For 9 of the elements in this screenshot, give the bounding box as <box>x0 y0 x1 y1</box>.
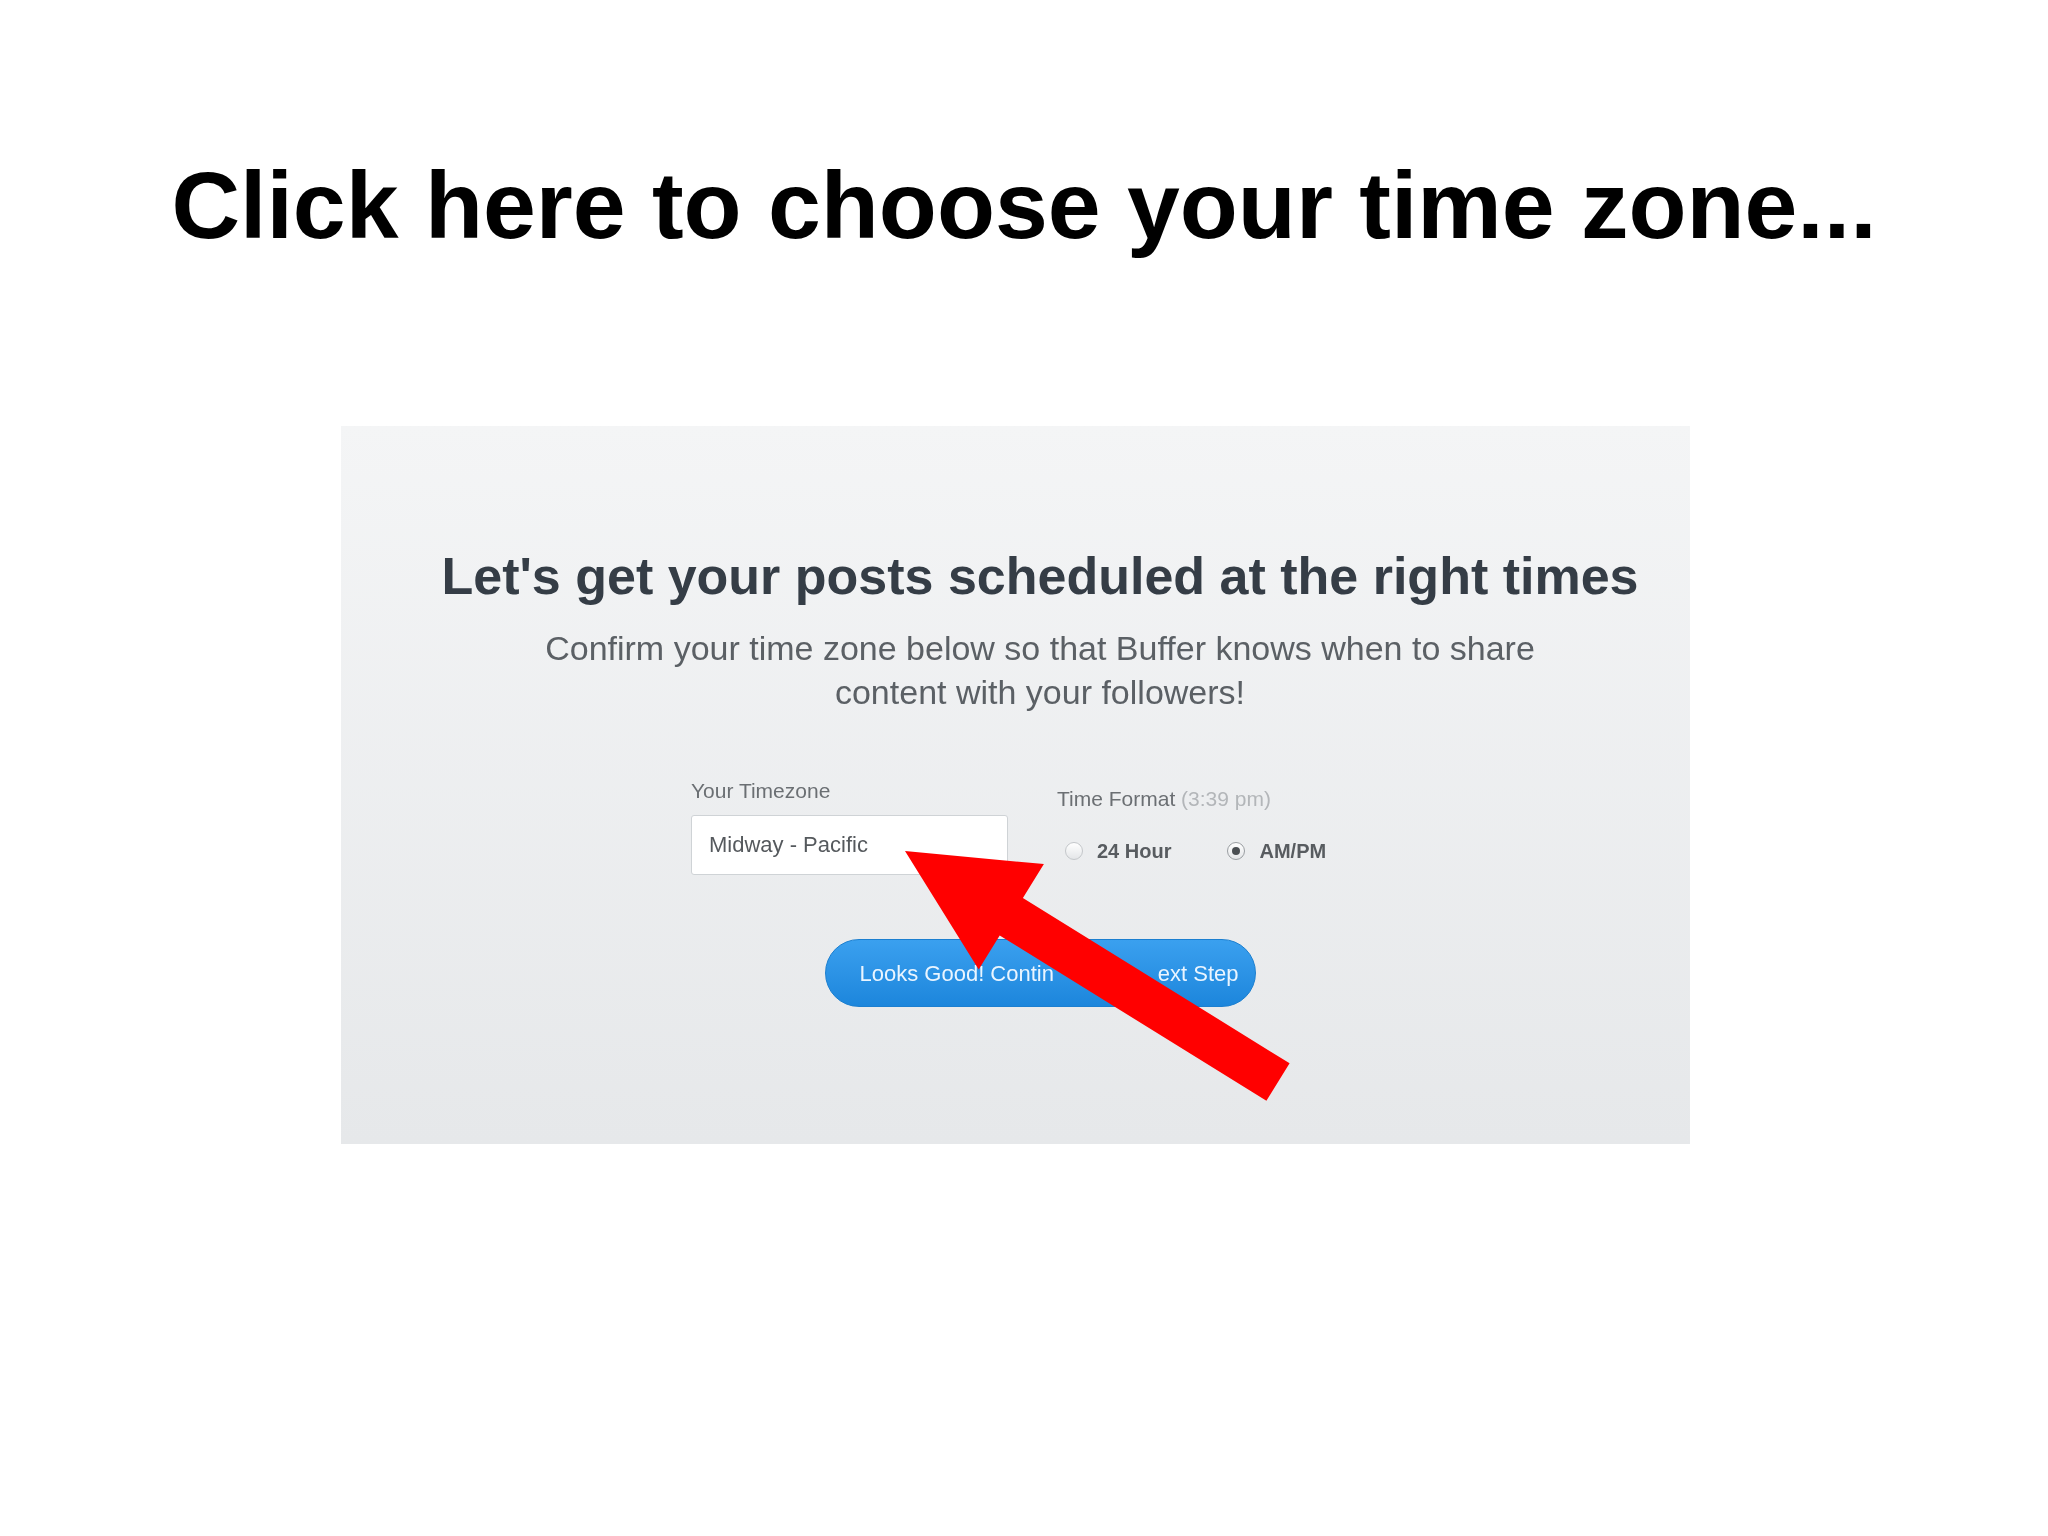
radio-icon[interactable] <box>1227 842 1246 860</box>
time-format-option[interactable]: AM/PM <box>1227 839 1327 863</box>
radio-icon[interactable] <box>1065 842 1083 860</box>
field-label: Your Timezone <box>691 779 831 803</box>
page-title: Let's get your posts scheduled at the right times <box>441 546 1639 607</box>
time-format-option[interactable]: 24 Hour <box>1065 839 1172 863</box>
time-format-label: Time Format (3:39 pm) <box>1057 787 1271 811</box>
slide-headline: Click here to choose your time zone... <box>171 151 1877 260</box>
page-subtitle: Confirm your time zone below so that Buffer knows when to share content with your followers! <box>544 628 1536 713</box>
